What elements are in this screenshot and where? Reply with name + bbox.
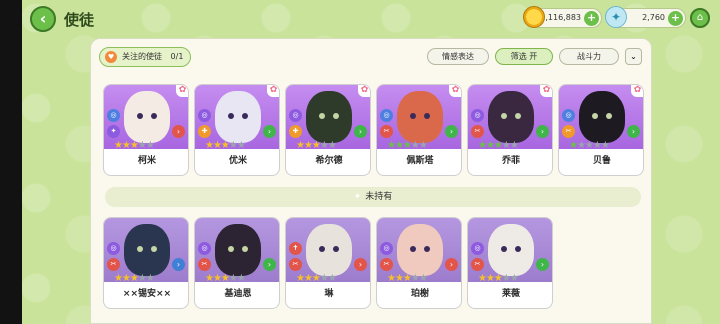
position-icon: › — [172, 125, 185, 138]
apostle-card[interactable]: ◎ ✂ › ★★★★★ 莱薇 — [467, 217, 553, 309]
element-icon: ✂ — [562, 125, 575, 138]
star-rating: ★★★★★ — [387, 273, 428, 284]
feather-icon: ✦ — [605, 6, 627, 28]
position-icon: › — [354, 125, 367, 138]
chevron-left-icon: ‹ — [39, 9, 47, 28]
position-icon: › — [627, 125, 640, 138]
apostle-card[interactable]: ◎ ✂ › ✿ ★★★★★ 佩斯塔 — [376, 84, 462, 176]
position-icon: › — [445, 125, 458, 138]
class-icon: ◎ — [380, 109, 393, 122]
star-rating: ★★★★★ — [478, 140, 519, 151]
star-rating: ★★★★★ — [114, 273, 155, 284]
add-feather-button[interactable]: + — [668, 11, 683, 26]
element-icon: ✂ — [198, 258, 211, 271]
apostle-card[interactable]: ◎ ✂ › ★★★★★ 珀榭 — [376, 217, 462, 309]
flower-icon[interactable]: ✿ — [449, 85, 461, 97]
section-divider-unowned: ✦ 未持有 — [105, 187, 641, 207]
apostle-name: 乔菲 — [501, 156, 520, 166]
position-icon: › — [536, 125, 549, 138]
tab-combat-power[interactable]: 战斗力 — [559, 48, 619, 65]
class-icon: ◎ — [471, 109, 484, 122]
expand-button[interactable]: ⌄ — [625, 48, 642, 65]
element-icon: ✂ — [471, 125, 484, 138]
star-rating: ★★★★★ — [569, 140, 610, 151]
element-icon: ✂ — [289, 258, 302, 271]
element-icon: ✂ — [380, 258, 393, 271]
apostle-name: 琳 — [324, 289, 334, 299]
apostle-name: 莱薇 — [501, 289, 520, 299]
tab-emotion[interactable]: 情感表达 — [427, 48, 489, 65]
class-icon: ◎ — [471, 242, 484, 255]
back-button[interactable]: ‹ — [30, 6, 56, 32]
apostle-name: 贝鲁 — [592, 156, 611, 166]
class-icon: ◎ — [562, 109, 575, 122]
screen-edge — [0, 0, 22, 324]
star-rating: ★★★★★ — [205, 140, 246, 151]
position-icon: › — [445, 258, 458, 271]
follow-icon: ♥ — [105, 51, 117, 63]
sparkle-icon: ✦ — [353, 192, 362, 202]
class-icon: ◎ — [380, 242, 393, 255]
position-icon: › — [536, 258, 549, 271]
flower-icon[interactable]: ✿ — [631, 85, 643, 97]
apostle-card[interactable]: ◎ ✚ › ✿ ★★★★★ 希尔德 — [285, 84, 371, 176]
element-icon: ✂ — [471, 258, 484, 271]
apostle-name: 基迪恩 — [224, 289, 252, 299]
class-icon: ◎ — [289, 109, 302, 122]
position-icon: › — [172, 258, 185, 271]
tab-filter[interactable]: 筛选 开 — [495, 48, 553, 65]
feather-counter: ✦ 2,760 + — [605, 6, 686, 28]
flower-icon[interactable]: ✿ — [358, 85, 370, 97]
class-icon: ◎ — [198, 109, 211, 122]
element-icon: ✂ — [107, 258, 120, 271]
gold-amount: 1,116,883 — [540, 13, 581, 22]
class-icon: ✝ — [289, 242, 302, 255]
star-rating: ★★★★★ — [114, 140, 155, 151]
class-icon: ◎ — [107, 242, 120, 255]
position-icon: › — [354, 258, 367, 271]
double-chevron-down-icon: ⌄ — [630, 52, 637, 61]
apostle-card[interactable]: ◎ ✂ › ✿ ★★★★★ 乔菲 — [467, 84, 553, 176]
star-rating: ★★★★★ — [296, 140, 337, 151]
star-rating: ★★★★★ — [205, 273, 246, 284]
feather-amount: 2,760 — [642, 13, 665, 22]
star-rating: ★★★★★ — [387, 140, 428, 151]
gold-coin-icon — [523, 6, 545, 28]
star-rating: ★★★★★ — [478, 273, 519, 284]
element-icon: ✦ — [107, 125, 120, 138]
flower-icon[interactable]: ✿ — [267, 85, 279, 97]
apostle-name: 优米 — [228, 156, 247, 166]
element-icon: ✚ — [289, 125, 302, 138]
home-icon: ⌂ — [696, 12, 704, 23]
apostle-card[interactable]: ◎ ✂ › ✿ ★★★★★ 贝鲁 — [558, 84, 644, 176]
element-icon: ✚ — [198, 125, 211, 138]
add-gold-button[interactable]: + — [584, 11, 599, 26]
followed-label: 关注的使徒 — [122, 52, 162, 61]
position-icon: › — [263, 258, 276, 271]
element-icon: ✂ — [380, 125, 393, 138]
apostle-name: 希尔德 — [315, 156, 343, 166]
apostle-name: 珀榭 — [410, 289, 429, 299]
flower-icon[interactable]: ✿ — [540, 85, 552, 97]
page-title: 使徒 — [64, 11, 95, 29]
apostle-card[interactable]: ◎ ✚ › ✿ ★★★★★ 优米 — [194, 84, 280, 176]
apostle-panel: ♥ 关注的使徒 0/1 情感表达 筛选 开 战斗力 ⌄ ◎ ✦ › ✿ ★★★★★… — [90, 38, 652, 324]
flower-icon[interactable]: ✿ — [176, 85, 188, 97]
apostle-card[interactable]: ◎ ✂ › ★★★★★ ××锡安×× — [103, 217, 189, 309]
followed-apostles-filter[interactable]: ♥ 关注的使徒 0/1 — [99, 47, 191, 67]
apostle-name: ××锡安×× — [122, 289, 172, 299]
star-rating: ★★★★★ — [296, 273, 337, 284]
apostle-name: 佩斯塔 — [406, 156, 434, 166]
apostle-card[interactable]: ✝ ✂ › ★★★★★ 琳 — [285, 217, 371, 309]
followed-count: 0/1 — [170, 52, 184, 61]
class-icon: ◎ — [198, 242, 211, 255]
gold-counter: 1,116,883 + — [523, 6, 602, 28]
apostle-name: 柯米 — [137, 156, 156, 166]
apostle-card[interactable]: ◎ ✂ › ★★★★★ 基迪恩 — [194, 217, 280, 309]
divider-label: 未持有 — [365, 192, 393, 202]
class-icon: ◎ — [107, 109, 120, 122]
apostle-card[interactable]: ◎ ✦ › ✿ ★★★★★ 柯米 — [103, 84, 189, 176]
position-icon: › — [263, 125, 276, 138]
home-button[interactable]: ⌂ — [690, 8, 710, 28]
